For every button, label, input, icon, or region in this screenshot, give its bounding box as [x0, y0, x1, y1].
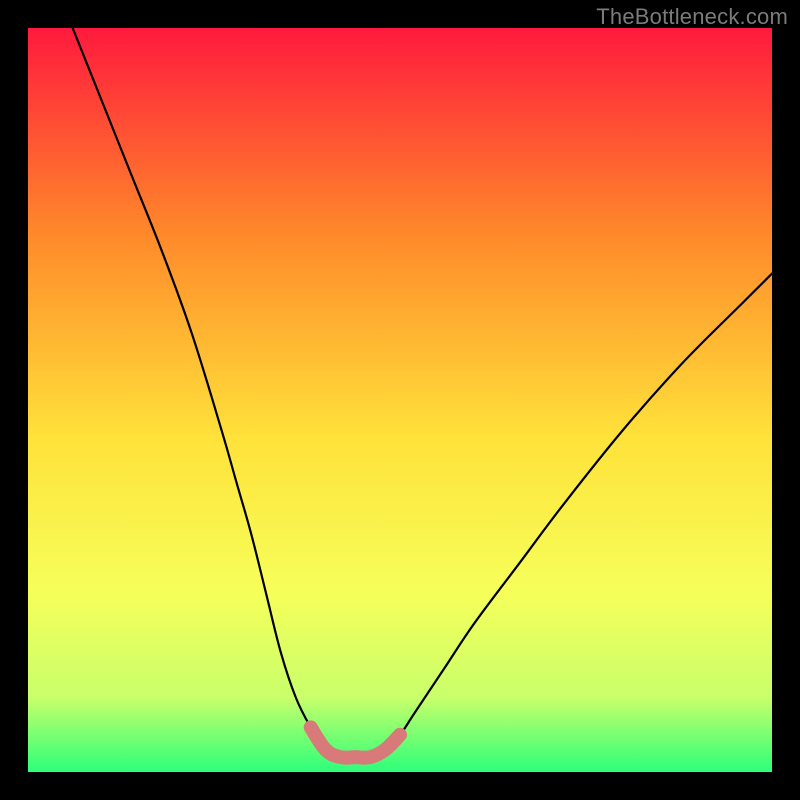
- chart-frame: TheBottleneck.com: [0, 0, 800, 800]
- plot-area: [28, 28, 772, 772]
- bottleneck-curve-chart: [28, 28, 772, 772]
- gradient-background: [28, 28, 772, 772]
- watermark-text: TheBottleneck.com: [596, 4, 788, 30]
